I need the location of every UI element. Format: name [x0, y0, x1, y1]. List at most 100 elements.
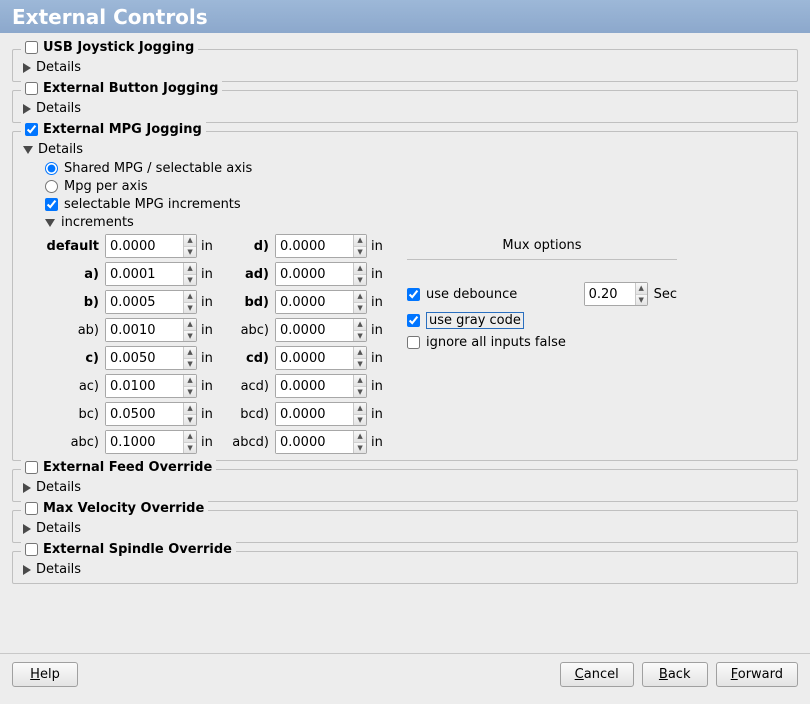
spin-down-icon[interactable]: ▼ — [184, 331, 196, 342]
spin-down-icon[interactable]: ▼ — [354, 331, 366, 342]
spin-up-icon[interactable]: ▲ — [184, 263, 196, 275]
spin-down-icon[interactable]: ▼ — [184, 387, 196, 398]
inc-5-v1-spinner[interactable]: ▲▼ — [105, 374, 197, 398]
spinner-buttons[interactable]: ▲▼ — [183, 347, 196, 369]
spin-up-icon[interactable]: ▲ — [184, 375, 196, 387]
inc-6-v1-spinner[interactable]: ▲▼ — [105, 402, 197, 426]
spinner-buttons[interactable]: ▲▼ — [635, 283, 647, 305]
inc-3-v1-spinner-input[interactable] — [106, 319, 183, 341]
spinner-buttons[interactable]: ▲▼ — [183, 403, 196, 425]
inc-0-v1-spinner-input[interactable] — [106, 235, 183, 257]
mpg-mode-peraxis-radio[interactable] — [45, 180, 58, 193]
spinner-buttons[interactable]: ▲▼ — [353, 431, 366, 453]
spin-up-icon[interactable]: ▲ — [184, 291, 196, 303]
ignore-inputs-checkbox[interactable] — [407, 336, 420, 349]
spin-up-icon[interactable]: ▲ — [354, 347, 366, 359]
inc-7-v2-spinner-input[interactable] — [276, 431, 353, 453]
details-toggle[interactable]: Details — [23, 60, 787, 75]
spin-down-icon[interactable]: ▼ — [184, 247, 196, 258]
spin-down-icon[interactable]: ▼ — [354, 387, 366, 398]
spinner-buttons[interactable]: ▲▼ — [183, 291, 196, 313]
spin-down-icon[interactable]: ▼ — [354, 303, 366, 314]
inc-2-v2-spinner[interactable]: ▲▼ — [275, 290, 367, 314]
details-toggle[interactable]: Details — [23, 521, 787, 536]
use-gray-checkbox[interactable] — [407, 314, 420, 327]
inc-6-v1-spinner-input[interactable] — [106, 403, 183, 425]
spin-up-icon[interactable]: ▲ — [184, 403, 196, 415]
inc-4-v1-spinner[interactable]: ▲▼ — [105, 346, 197, 370]
back-button[interactable]: Back — [642, 662, 708, 687]
inc-5-v2-spinner-input[interactable] — [276, 375, 353, 397]
spinner-buttons[interactable]: ▲▼ — [353, 375, 366, 397]
spin-up-icon[interactable]: ▲ — [184, 347, 196, 359]
details-toggle[interactable]: Details — [23, 142, 787, 157]
inc-3-v2-spinner-input[interactable] — [276, 319, 353, 341]
spin-up-icon[interactable]: ▲ — [354, 235, 366, 247]
inc-5-v1-spinner-input[interactable] — [106, 375, 183, 397]
spinner-buttons[interactable]: ▲▼ — [183, 235, 196, 257]
ext-spindle-checkbox[interactable] — [25, 543, 38, 556]
inc-4-v1-spinner-input[interactable] — [106, 347, 183, 369]
debounce-spinner[interactable]: ▲▼ — [584, 282, 648, 306]
inc-3-v2-spinner[interactable]: ▲▼ — [275, 318, 367, 342]
inc-1-v2-spinner[interactable]: ▲▼ — [275, 262, 367, 286]
spinner-buttons[interactable]: ▲▼ — [353, 291, 366, 313]
mpg-mode-shared-radio[interactable] — [45, 162, 58, 175]
inc-2-v1-spinner-input[interactable] — [106, 291, 183, 313]
spinner-buttons[interactable]: ▲▼ — [353, 347, 366, 369]
inc-1-v1-spinner[interactable]: ▲▼ — [105, 262, 197, 286]
help-button[interactable]: Help — [12, 662, 78, 687]
spinner-buttons[interactable]: ▲▼ — [183, 431, 196, 453]
ext-mpg-checkbox[interactable] — [25, 123, 38, 136]
ext-feed-checkbox[interactable] — [25, 461, 38, 474]
increments-toggle[interactable]: increments — [45, 215, 787, 230]
spin-up-icon[interactable]: ▲ — [354, 291, 366, 303]
spin-up-icon[interactable]: ▲ — [636, 283, 647, 295]
spin-down-icon[interactable]: ▼ — [636, 295, 647, 306]
inc-4-v2-spinner-input[interactable] — [276, 347, 353, 369]
inc-0-v2-spinner[interactable]: ▲▼ — [275, 234, 367, 258]
use-debounce-checkbox[interactable] — [407, 288, 420, 301]
spin-down-icon[interactable]: ▼ — [184, 275, 196, 286]
spin-up-icon[interactable]: ▲ — [184, 431, 196, 443]
spin-up-icon[interactable]: ▲ — [184, 319, 196, 331]
spin-up-icon[interactable]: ▲ — [354, 263, 366, 275]
inc-1-v1-spinner-input[interactable] — [106, 263, 183, 285]
inc-6-v2-spinner-input[interactable] — [276, 403, 353, 425]
inc-7-v1-spinner[interactable]: ▲▼ — [105, 430, 197, 454]
usb-joystick-checkbox[interactable] — [25, 41, 38, 54]
max-vel-checkbox[interactable] — [25, 502, 38, 515]
inc-5-v2-spinner[interactable]: ▲▼ — [275, 374, 367, 398]
inc-6-v2-spinner[interactable]: ▲▼ — [275, 402, 367, 426]
spinner-buttons[interactable]: ▲▼ — [183, 319, 196, 341]
inc-2-v1-spinner[interactable]: ▲▼ — [105, 290, 197, 314]
inc-1-v2-spinner-input[interactable] — [276, 263, 353, 285]
spin-down-icon[interactable]: ▼ — [184, 443, 196, 454]
spin-down-icon[interactable]: ▼ — [354, 415, 366, 426]
details-toggle[interactable]: Details — [23, 562, 787, 577]
debounce-input[interactable] — [585, 283, 635, 305]
spin-up-icon[interactable]: ▲ — [354, 319, 366, 331]
spin-down-icon[interactable]: ▼ — [184, 303, 196, 314]
inc-4-v2-spinner[interactable]: ▲▼ — [275, 346, 367, 370]
spin-up-icon[interactable]: ▲ — [184, 235, 196, 247]
cancel-button[interactable]: Cancel — [560, 662, 634, 687]
spinner-buttons[interactable]: ▲▼ — [353, 235, 366, 257]
spin-down-icon[interactable]: ▼ — [354, 359, 366, 370]
inc-3-v1-spinner[interactable]: ▲▼ — [105, 318, 197, 342]
inc-0-v1-spinner[interactable]: ▲▼ — [105, 234, 197, 258]
inc-2-v2-spinner-input[interactable] — [276, 291, 353, 313]
selectable-inc-checkbox[interactable] — [45, 198, 58, 211]
spin-down-icon[interactable]: ▼ — [184, 415, 196, 426]
inc-7-v1-spinner-input[interactable] — [106, 431, 183, 453]
details-toggle[interactable]: Details — [23, 480, 787, 495]
spinner-buttons[interactable]: ▲▼ — [183, 263, 196, 285]
spin-down-icon[interactable]: ▼ — [354, 247, 366, 258]
ext-button-checkbox[interactable] — [25, 82, 38, 95]
spin-down-icon[interactable]: ▼ — [354, 275, 366, 286]
spin-down-icon[interactable]: ▼ — [354, 443, 366, 454]
inc-0-v2-spinner-input[interactable] — [276, 235, 353, 257]
details-toggle[interactable]: Details — [23, 101, 787, 116]
spin-down-icon[interactable]: ▼ — [184, 359, 196, 370]
spinner-buttons[interactable]: ▲▼ — [183, 375, 196, 397]
